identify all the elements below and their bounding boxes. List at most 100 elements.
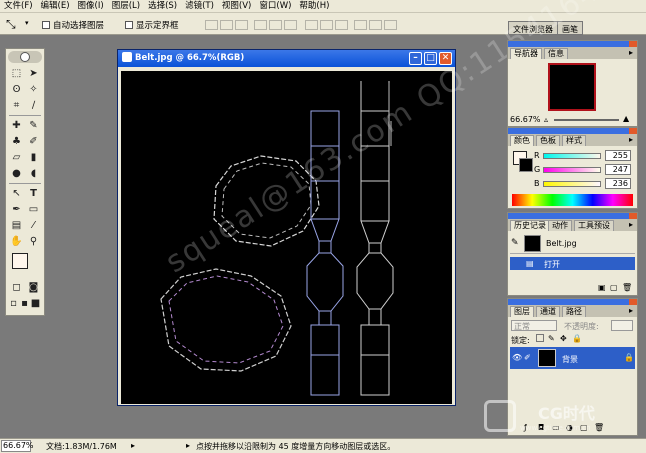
minimize-button[interactable]: – <box>409 52 422 65</box>
align-bottom-icon[interactable] <box>235 20 248 30</box>
tab-history[interactable]: 历史记录 <box>510 220 550 231</box>
move-icon[interactable]: ➤ <box>27 67 40 80</box>
align-right-icon[interactable] <box>284 20 297 30</box>
menu-layer[interactable]: 图层(L) <box>108 0 144 13</box>
zoom-in-icon[interactable]: ▲ <box>623 114 629 123</box>
eraser-icon[interactable]: ▱ <box>10 151 23 164</box>
align-left-icon[interactable] <box>254 20 267 30</box>
lock-position-icon[interactable]: ✥ <box>560 334 567 343</box>
status-menu-arrow-icon[interactable]: ▸ <box>131 441 135 450</box>
dodge-icon[interactable]: ◖ <box>27 167 40 180</box>
screen-mode-standard-icon[interactable]: ▫ <box>8 297 19 310</box>
zoom-icon[interactable]: ⚲ <box>27 235 40 248</box>
distribute-bottom-icon[interactable] <box>335 20 348 30</box>
tab-tool-presets[interactable]: 工具预设 <box>574 220 614 231</box>
tab-color[interactable]: 颜色 <box>510 135 534 146</box>
screen-mode-full-menu-icon[interactable]: ▪ <box>19 297 30 310</box>
slice-icon[interactable]: ∕ <box>27 99 40 112</box>
tab-swatches[interactable]: 色板 <box>536 135 560 146</box>
navigator-thumbnail[interactable] <box>548 63 596 111</box>
quickmask-mode-icon[interactable]: ◙ <box>27 281 40 294</box>
history-step-row[interactable]: ▤ 打开 <box>510 257 635 270</box>
opacity-input[interactable] <box>611 320 633 331</box>
path-select-icon[interactable]: ↖ <box>10 187 23 200</box>
history-brush-source-icon[interactable]: ✎ <box>511 238 519 248</box>
menu-filter[interactable]: 滤镜(T) <box>181 0 218 13</box>
history-brush-icon[interactable]: ✐ <box>27 135 40 148</box>
tab-layers[interactable]: 图层 <box>510 306 534 317</box>
healing-brush-icon[interactable]: ✚ <box>10 119 23 132</box>
color-bg-swatch[interactable] <box>519 158 533 172</box>
distribute-left-icon[interactable] <box>354 20 367 30</box>
align-hcenter-icon[interactable] <box>269 20 282 30</box>
lock-pixels-icon[interactable]: ✎ <box>548 334 555 343</box>
auto-select-layer-checkbox[interactable] <box>42 21 50 29</box>
magic-wand-icon[interactable]: ✧ <box>27 83 40 96</box>
channel-g-input[interactable]: 247 <box>605 164 631 175</box>
tab-info[interactable]: 信息 <box>544 48 568 59</box>
tab-styles[interactable]: 样式 <box>562 135 586 146</box>
shape-icon[interactable]: ▭ <box>27 203 40 216</box>
tab-paths[interactable]: 路径 <box>562 306 586 317</box>
lock-transparency-icon[interactable] <box>536 334 544 342</box>
distribute-right-icon[interactable] <box>384 20 397 30</box>
navigator-zoom-value[interactable]: 66.67% <box>510 115 541 124</box>
hand-icon[interactable]: ✋ <box>10 235 23 248</box>
trash-icon[interactable]: 🗑 <box>622 283 632 292</box>
palette-menu-icon[interactable]: ▸ <box>629 135 633 144</box>
palette-menu-icon[interactable]: ▸ <box>629 48 633 57</box>
gradient-icon[interactable]: ▮ <box>27 151 40 164</box>
move-tool-icon[interactable]: ⤡ <box>6 17 22 31</box>
channel-b-input[interactable]: 236 <box>605 178 631 189</box>
history-snapshot-row[interactable]: ✎ Belt.jpg <box>510 234 635 254</box>
menu-edit[interactable]: 编辑(E) <box>37 0 74 13</box>
lasso-icon[interactable]: ʘ <box>10 83 23 96</box>
zoom-slider[interactable] <box>554 119 619 121</box>
menu-view[interactable]: 视图(V) <box>218 0 255 13</box>
color-ramp[interactable] <box>512 194 633 206</box>
new-document-icon[interactable]: ▣ <box>598 283 606 292</box>
channel-r-slider[interactable] <box>543 153 601 159</box>
menu-select[interactable]: 选择(S) <box>144 0 181 13</box>
distribute-vcenter-icon[interactable] <box>320 20 333 30</box>
lock-all-icon[interactable]: 🔒 <box>572 334 582 343</box>
channel-r-input[interactable]: 255 <box>605 150 631 161</box>
tool-preset-dropdown-icon[interactable]: ▾ <box>25 19 29 27</box>
zoom-out-icon[interactable]: ▵ <box>544 115 548 124</box>
new-snapshot-icon[interactable]: ▢ <box>610 283 618 292</box>
clone-stamp-icon[interactable]: ♣ <box>10 135 23 148</box>
blur-icon[interactable]: ● <box>10 167 23 180</box>
channel-b-slider[interactable] <box>543 181 601 187</box>
align-vcenter-icon[interactable] <box>220 20 233 30</box>
eyedropper-icon[interactable]: ⁄ <box>27 219 40 232</box>
palette-menu-icon[interactable]: ▸ <box>629 220 633 229</box>
notes-icon[interactable]: ▤ <box>10 219 23 232</box>
document-titlebar[interactable]: Belt.jpg @ 66.7%(RGB) – □ ✕ <box>118 50 455 67</box>
pen-icon[interactable]: ✒ <box>10 203 23 216</box>
menu-file[interactable]: 文件(F) <box>0 0 37 13</box>
maximize-button[interactable]: □ <box>424 52 437 65</box>
menu-help[interactable]: 帮助(H) <box>295 0 333 13</box>
align-top-icon[interactable] <box>205 20 218 30</box>
distribute-top-icon[interactable] <box>305 20 318 30</box>
layer-visibility-eye-icon[interactable]: 👁 <box>512 353 522 362</box>
menu-image[interactable]: 图像(I) <box>74 0 108 13</box>
crop-icon[interactable]: ⌗ <box>10 99 23 112</box>
tab-actions[interactable]: 动作 <box>548 220 572 231</box>
layer-row-background[interactable]: 👁 ✐ 背景 🔒 <box>510 347 635 369</box>
marquee-icon[interactable]: ⬚ <box>10 67 23 80</box>
tab-channels[interactable]: 通道 <box>536 306 560 317</box>
tab-navigator[interactable]: 导航器 <box>510 48 542 59</box>
screen-mode-full-icon[interactable]: ■ <box>30 297 41 310</box>
channel-g-slider[interactable] <box>543 167 601 173</box>
status-zoom-input[interactable]: 66.67% <box>1 440 34 452</box>
type-icon[interactable]: T <box>27 187 40 200</box>
blend-mode-select[interactable]: 正常 <box>511 320 557 331</box>
foreground-color-swatch[interactable] <box>12 253 28 269</box>
distribute-hcenter-icon[interactable] <box>369 20 382 30</box>
show-bounds-checkbox[interactable] <box>125 21 133 29</box>
palette-menu-icon[interactable]: ▸ <box>629 306 633 315</box>
brush-icon[interactable]: ✎ <box>27 119 40 132</box>
standard-mode-icon[interactable]: ◻ <box>10 281 23 294</box>
menu-window[interactable]: 窗口(W) <box>255 0 295 13</box>
